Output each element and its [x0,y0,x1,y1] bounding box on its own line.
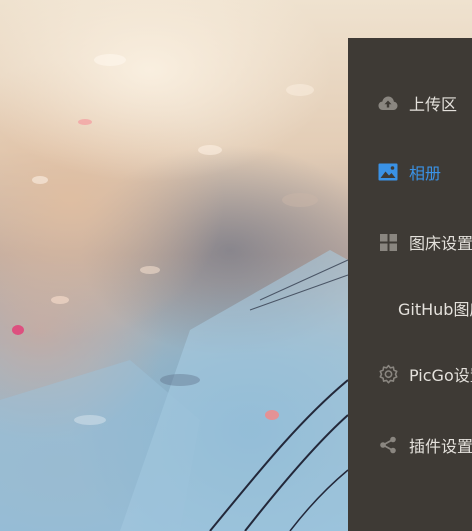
nav-item-picbed-settings[interactable]: 图床设置 [348,222,472,262]
nav-item-plugin-settings[interactable]: 插件设置 [348,425,472,465]
nav-item-picgo-settings-label: PicGo设置 [409,366,472,385]
cloud-upload-icon [377,92,399,114]
grid-icon [377,231,399,253]
nav-item-upload-label: 上传区 [409,95,458,114]
nav-subitem-github-label: GitHub图床 [398,300,472,319]
nav-item-picbed-settings-label: 图床设置 [409,234,472,253]
nav-item-plugin-settings-label: 插件设置 [409,437,472,456]
nav-item-picgo-settings[interactable]: PicGo设置 [348,354,472,394]
image-icon [377,161,399,183]
nav-subitem-github[interactable]: GitHub图床 [348,288,472,328]
nav-item-gallery-label: 相册 [409,164,442,183]
gear-icon [377,363,399,385]
nav-item-upload[interactable]: 上传区 [348,83,472,123]
side-navigation: 上传区 相册 图床设置 GitHub图床 [348,38,472,531]
share-icon [377,434,399,456]
nav-item-gallery[interactable]: 相册 [348,152,472,192]
